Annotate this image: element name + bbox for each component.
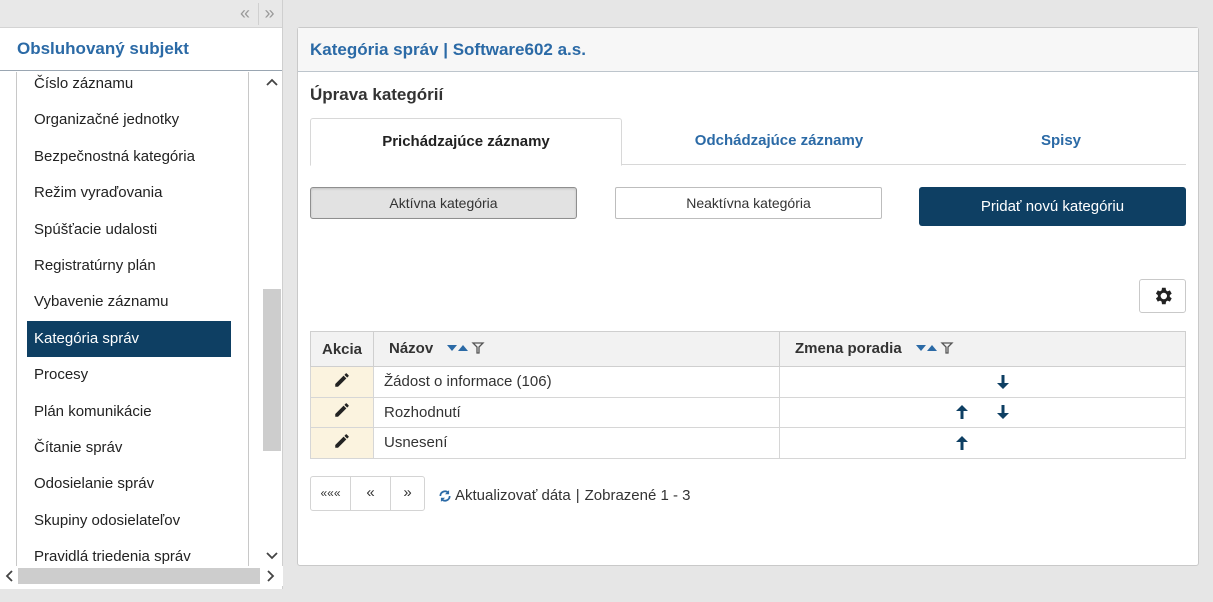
sort-filter-icon[interactable] [915,341,954,358]
inactive-category-button[interactable]: Neaktívna kategória [615,187,882,219]
category-name: Žádost o informace (106) [373,366,780,398]
sidebar-collapse-bar: « » [0,0,282,28]
refresh-link[interactable]: Aktualizovať dáta [455,487,571,504]
move-up-icon[interactable] [944,433,980,453]
order-cell [779,396,1186,428]
prev-page-button[interactable]: « [351,477,391,510]
sidebar-menu: Číslo záznamu Organizačné jednotky Bezpe… [27,72,231,566]
column-header-order[interactable]: Zmena poradia [779,331,1186,367]
sidebar-item-procesy[interactable]: Procesy [27,357,231,393]
order-cell [779,427,1186,459]
category-table: Akcia Názov Zmena poradia Žádost o infor… [310,331,1186,459]
table-row: Žádost o informace (106) [310,366,1186,398]
sidebar-item-registraturny-plan[interactable]: Registratúrny plán [27,248,231,284]
tab-odchadzajuce-zaznamy[interactable]: Odchádzajúce záznamy [622,118,936,165]
sidebar-item-spustacie-udalosti[interactable]: Spúšťacie udalosti [27,212,231,248]
main-panel: Kategória správ | Software602 a.s. Úprav… [297,27,1199,566]
category-name: Rozhodnutí [373,396,780,428]
move-down-icon[interactable] [985,372,1021,392]
move-up-icon[interactable] [944,402,980,422]
table-row: Usnesení [310,427,1186,459]
horizontal-scroll-thumb[interactable] [18,568,260,584]
edit-cell[interactable] [310,366,374,398]
table-row: Rozhodnutí [310,396,1186,428]
next-page-button[interactable]: » [391,477,424,510]
sidebar-item-kategoria-sprav[interactable]: Kategória správ [27,320,231,358]
vertical-scroll-thumb[interactable] [263,289,281,451]
sidebar-menu-container: Číslo záznamu Organizačné jednotky Bezpe… [16,72,249,566]
pencil-icon[interactable] [333,401,351,419]
section-title: Úprava kategórií [310,85,444,104]
sidebar-title: Obsluhovaný subjekt [0,28,282,71]
sidebar-item-vybavenie-zaznamu[interactable]: Vybavenie záznamu [27,284,231,320]
panel-title: Kategória správ | Software602 a.s. [298,28,1198,72]
pagination: ««« « » [310,476,425,511]
sidebar-item-rezim-vyradovania[interactable]: Režim vyraďovania [27,175,231,211]
order-cell [779,366,1186,398]
add-category-button[interactable]: Pridať novú kategóriu [919,187,1186,226]
active-category-button[interactable]: Aktívna kategória [310,187,577,219]
refresh-icon[interactable] [438,489,452,503]
sort-filter-icon[interactable] [447,341,485,358]
collapse-right-icon[interactable]: » [258,3,280,25]
scroll-down-icon[interactable] [262,546,282,566]
scroll-up-icon[interactable] [262,72,282,92]
scroll-left-icon[interactable] [0,566,18,586]
table-header-row: Akcia Názov Zmena poradia [310,331,1186,367]
pager-range: Zobrazené 1 - 3 [584,487,691,504]
sidebar-horizontal-scrollbar[interactable] [0,566,283,586]
pager-separator: | [575,487,580,504]
sidebar-item-skupiny-odosielatelov[interactable]: Skupiny odosielateľov [27,503,231,539]
tab-spisy[interactable]: Spisy [936,118,1186,165]
pencil-icon[interactable] [333,371,351,389]
column-header-action: Akcia [310,331,374,367]
sidebar-item-citanie-sprav[interactable]: Čítanie správ [27,430,231,466]
edit-cell[interactable] [310,427,374,459]
category-name: Usnesení [373,427,780,459]
pencil-icon[interactable] [333,432,351,450]
column-header-name[interactable]: Názov [373,331,780,367]
sidebar-item-plan-komunikacie[interactable]: Plán komunikácie [27,394,231,430]
sidebar-vertical-scrollbar[interactable] [262,72,282,566]
tab-bar: Prichádzajúce záznamy Odchádzajúce zázna… [310,118,1186,166]
gear-icon [1155,287,1172,305]
pager-status: Aktualizovať dáta | Zobrazené 1 - 3 [438,487,691,504]
sidebar-item-pravidla-triedenia-sprav[interactable]: Pravidlá triedenia správ [27,539,231,566]
edit-cell[interactable] [310,396,374,428]
sidebar-item-organizacne-jednotky[interactable]: Organizačné jednotky [27,102,231,138]
sidebar: « » Obsluhovaný subjekt Číslo záznamu Or… [0,0,283,589]
tab-prichadzajuce-zaznamy[interactable]: Prichádzajúce záznamy [310,118,622,166]
scroll-right-icon[interactable] [262,566,280,586]
sidebar-item-cislo-zaznamu[interactable]: Číslo záznamu [27,72,231,102]
move-down-icon[interactable] [985,402,1021,422]
sidebar-item-bezpecnostna-kategoria[interactable]: Bezpečnostná kategória [27,139,231,175]
collapse-left-icon[interactable]: « [234,3,256,25]
settings-button[interactable] [1139,279,1186,313]
sidebar-item-odosielanie-sprav[interactable]: Odosielanie správ [27,466,231,502]
first-page-button[interactable]: ««« [311,477,351,510]
